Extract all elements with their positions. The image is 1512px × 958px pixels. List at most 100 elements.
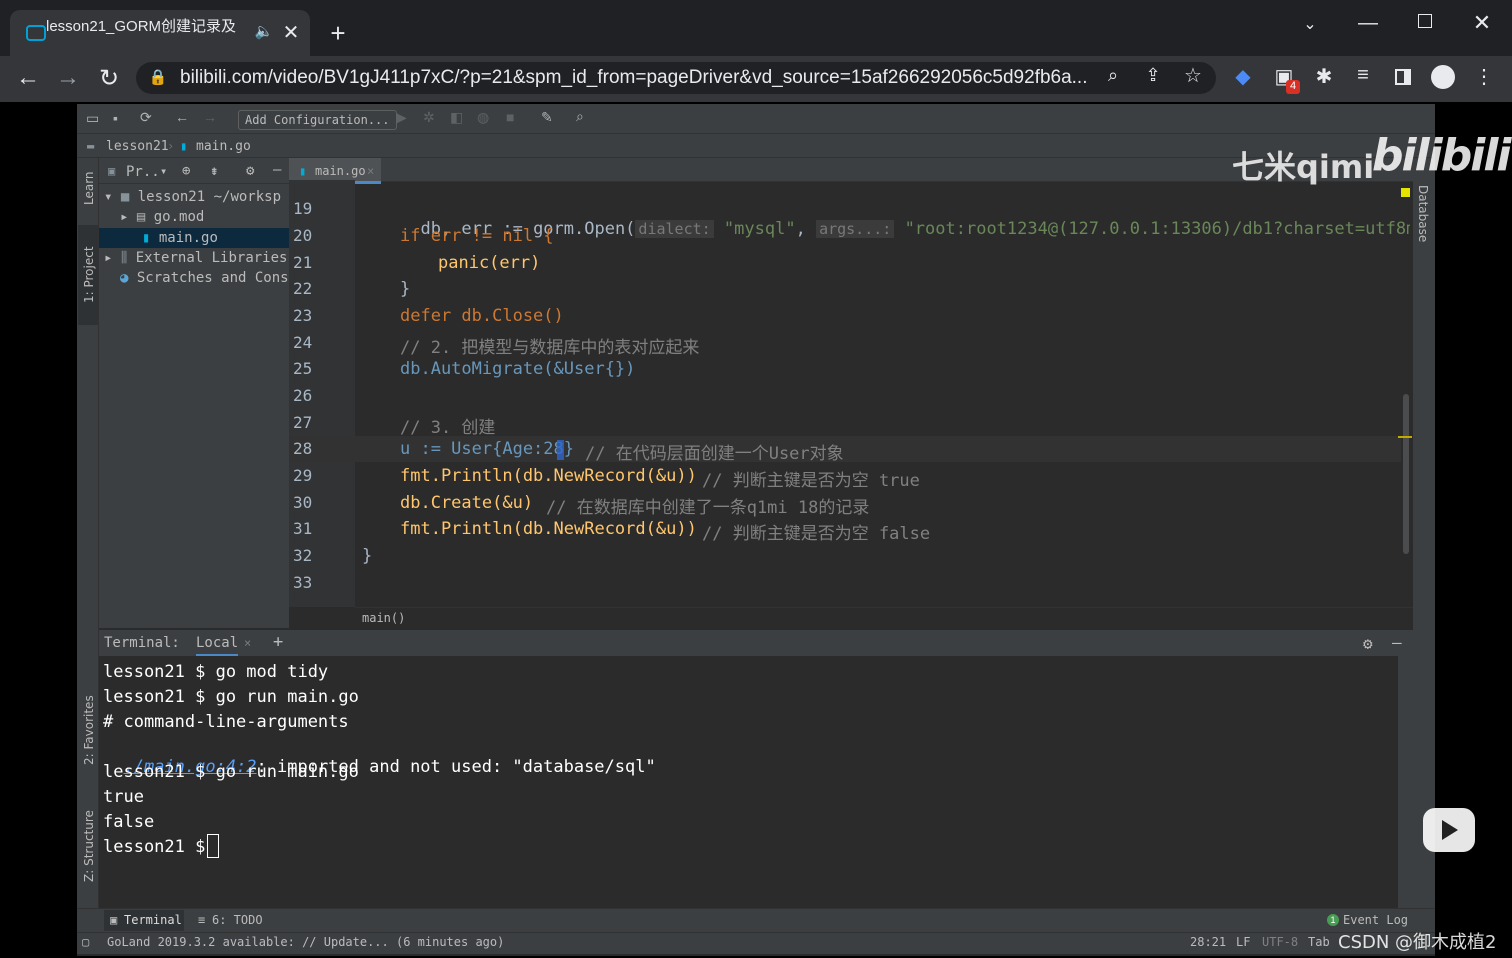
warning-marker[interactable] — [1398, 436, 1412, 438]
forward-icon[interactable]: → — [54, 64, 82, 92]
debug-icon[interactable]: ✲ — [423, 109, 435, 126]
bookmark-star-icon[interactable]: ☆ — [1179, 63, 1207, 88]
tree-item-external-libraries[interactable]: ▸ ⫼ External Libraries — [104, 250, 289, 266]
project-view-dropdown[interactable]: Pr.. — [126, 164, 160, 180]
collapse-arrow-icon: ▸ — [120, 209, 137, 225]
speaker-icon[interactable]: 🔈 — [250, 22, 278, 40]
bilibili-logo: bilibili — [1372, 130, 1511, 181]
tool-window-bar — [77, 908, 1435, 932]
library-icon: ⫼ — [120, 250, 128, 266]
terminal-tool-label[interactable]: Terminal — [124, 913, 182, 927]
chevron-down-icon[interactable]: ▾ — [160, 164, 167, 178]
search-everywhere-icon[interactable]: ⌕ — [576, 108, 584, 125]
editor-tab-label: main.go — [315, 164, 366, 178]
status-panel-icon[interactable]: ▢ — [82, 935, 89, 949]
side-panel-icon[interactable] — [1395, 69, 1411, 85]
terminal-title: Terminal: — [104, 635, 180, 651]
code-line-29: fmt.Println(db.NewRecord(&u)) — [400, 466, 697, 486]
maximize-icon[interactable] — [1418, 14, 1432, 28]
tree-item-main-go[interactable]: ▮ main.go — [142, 230, 289, 246]
project-tab[interactable]: 1: Project — [82, 246, 96, 303]
line-number: 21 — [293, 253, 313, 272]
line-number: 24 — [293, 333, 313, 352]
line-separator[interactable]: LF — [1236, 935, 1250, 949]
reload-icon[interactable]: ↻ — [95, 64, 123, 93]
window-close-icon[interactable]: ✕ — [1468, 10, 1496, 36]
profile-run-icon[interactable]: ◍ — [477, 109, 489, 126]
add-configuration-button[interactable]: Add Configuration... — [238, 110, 397, 130]
url-text[interactable]: bilibili.com/video/BV1gJ411p7xC/?p=21&sp… — [180, 67, 1090, 89]
more-menu-icon[interactable]: ⋮ — [1470, 64, 1498, 89]
editor-breadcrumb[interactable]: main() — [362, 611, 405, 625]
back-icon[interactable]: ← — [14, 64, 42, 92]
gear-icon[interactable]: ⚙ — [1363, 634, 1373, 653]
play-triangle-icon — [1442, 820, 1458, 840]
close-icon[interactable]: × — [367, 164, 374, 178]
code-string: "root:root1234@(127.0.0.1:13306)/db1?cha… — [904, 219, 1410, 239]
file-encoding[interactable]: UTF-8 — [1262, 935, 1298, 949]
terminal-tab-local[interactable]: Local — [196, 635, 239, 656]
extensions-puzzle-icon[interactable]: ✱ — [1310, 64, 1338, 89]
wrench-icon[interactable]: ✎ — [541, 109, 553, 126]
param-hint: args...: — [816, 220, 895, 238]
settings-gear-icon[interactable]: ⚙ — [246, 163, 254, 179]
terminal-cursor — [207, 834, 219, 858]
structure-tab[interactable]: Z: Structure — [82, 810, 96, 882]
tree-item-lesson21[interactable]: ▾ ■ lesson21 ~/worksp — [104, 189, 289, 205]
todo-tool-label[interactable]: 6: TODO — [212, 913, 263, 927]
breadcrumb-project[interactable]: lesson21 — [106, 139, 169, 154]
expand-arrow-icon: ▾ — [104, 189, 121, 205]
minimize-icon[interactable]: — — [1354, 12, 1382, 35]
open-folder-icon[interactable]: ▭ — [86, 110, 99, 127]
terminal-line: # command-line-arguments — [103, 712, 349, 732]
editor-scrollbar[interactable] — [1403, 394, 1409, 554]
save-icon[interactable]: ▪ — [113, 110, 118, 126]
locate-icon[interactable]: ⊕ — [182, 163, 190, 179]
analysis-status-icon — [1401, 188, 1410, 197]
reading-list-icon[interactable]: ≡ — [1349, 64, 1377, 87]
collapse-arrow-icon: ▸ — [104, 250, 121, 266]
folder-icon: ■ — [120, 189, 130, 205]
new-terminal-icon[interactable]: + — [273, 632, 283, 652]
run-icon[interactable]: ▶ — [396, 109, 407, 126]
new-tab-icon[interactable]: + — [324, 18, 352, 49]
status-message[interactable]: GoLand 2019.3.2 available: // Update... … — [107, 935, 504, 949]
code-line-21: panic(err) — [438, 253, 541, 273]
zoom-icon[interactable]: ⌕ — [1099, 65, 1127, 86]
collapse-icon[interactable]: ⇟ — [210, 163, 218, 179]
nav-forward-icon[interactable]: → — [203, 109, 217, 125]
hide-panel-icon[interactable]: — — [273, 162, 281, 178]
stop-icon[interactable]: ■ — [506, 109, 514, 125]
close-icon[interactable]: × — [244, 636, 251, 650]
hide-icon[interactable]: — — [1392, 633, 1402, 652]
coverage-icon[interactable]: ◧ — [450, 109, 463, 126]
tree-item-scratches[interactable]: ◕ Scratches and Conso — [120, 270, 289, 286]
learn-tab[interactable]: Learn — [82, 171, 96, 205]
close-tab-icon[interactable]: ✕ — [277, 20, 305, 45]
line-number: 32 — [293, 546, 313, 565]
todo-icon: ≡ — [198, 913, 206, 927]
editor-breadcrumb-bar — [355, 607, 1413, 628]
code-line-22: } — [400, 279, 411, 299]
sync-icon[interactable]: ⟳ — [140, 109, 152, 126]
caret-position[interactable]: 28:21 — [1190, 935, 1226, 949]
breadcrumb-file[interactable]: main.go — [196, 139, 251, 154]
code-line-30: db.Create(&u) — [400, 493, 534, 513]
extension-gem-icon[interactable]: ◆ — [1229, 64, 1257, 89]
code-line-31: fmt.Println(db.NewRecord(&u)) — [400, 519, 697, 539]
tab-title: lesson21_GORM创建记录及 — [46, 18, 236, 35]
indent-setting[interactable]: Tab — [1308, 935, 1330, 949]
profile-avatar[interactable] — [1431, 65, 1455, 89]
terminal-line: lesson21 $ go mod tidy — [103, 662, 329, 682]
favorites-tab[interactable]: 2: Favorites — [82, 695, 96, 765]
nav-back-icon[interactable]: ← — [175, 109, 189, 125]
tab-search-icon[interactable]: ⌄ — [1296, 14, 1324, 34]
line-number: 27 — [293, 413, 313, 432]
lock-icon[interactable]: 🔒 — [144, 68, 172, 86]
database-tab[interactable]: Database — [1416, 185, 1430, 242]
scratch-icon: ◕ — [120, 270, 129, 286]
share-icon[interactable]: ⇪ — [1139, 65, 1167, 86]
event-log-label[interactable]: Event Log — [1343, 913, 1408, 927]
terminal-scrollbar[interactable] — [1398, 656, 1413, 908]
tree-item-go-mod[interactable]: ▸ ▤ go.mod — [120, 209, 289, 225]
